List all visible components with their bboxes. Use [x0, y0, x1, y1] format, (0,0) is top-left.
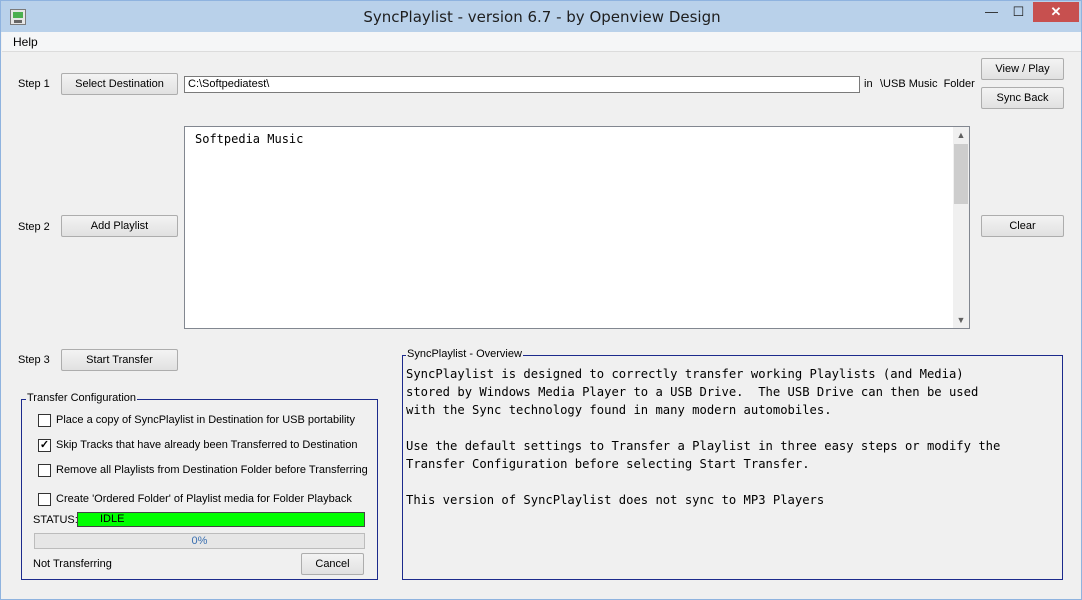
cancel-button[interactable]: Cancel	[301, 553, 364, 575]
checkbox-icon[interactable]	[38, 464, 51, 477]
progress-text: 0%	[191, 535, 208, 547]
step1-label: Step 1	[18, 78, 50, 90]
transfer-progress-bar: 0%	[34, 533, 365, 549]
step3-label: Step 3	[18, 354, 50, 366]
overview-text: SyncPlaylist is designed to correctly tr…	[406, 367, 1001, 507]
add-playlist-button[interactable]: Add Playlist	[61, 215, 178, 237]
status-label: STATUS:	[33, 514, 78, 526]
option-label: Remove all Playlists from Destination Fo…	[56, 464, 368, 476]
transfer-configuration-title: Transfer Configuration	[26, 392, 138, 404]
transfer-state-text: Not Transferring	[33, 558, 112, 570]
close-button[interactable]: ✕	[1033, 2, 1079, 22]
view-play-button[interactable]: View / Play	[981, 58, 1064, 80]
client-area: Step 1 Select Destination C:\Softpediate…	[2, 53, 1081, 590]
overview-group: SyncPlaylist - Overview SyncPlaylist is …	[402, 348, 1063, 580]
menu-help[interactable]: Help	[13, 35, 38, 49]
clear-button[interactable]: Clear	[981, 215, 1064, 237]
in-label: in	[864, 78, 873, 90]
destination-field[interactable]: C:\Softpediatest\	[184, 76, 860, 93]
scroll-up-icon[interactable]: ▲	[953, 127, 969, 143]
playlist-listbox[interactable]: Softpedia Music ▲ ▼	[184, 126, 970, 329]
option-label: Place a copy of SyncPlaylist in Destinat…	[56, 414, 355, 426]
folder-label: \USB Music Folder	[880, 78, 975, 90]
status-indicator: IDLE	[77, 512, 365, 527]
start-transfer-button[interactable]: Start Transfer	[61, 349, 178, 371]
option-label: Skip Tracks that have already been Trans…	[56, 439, 358, 451]
menu-bar: Help	[2, 32, 1081, 52]
checkbox-icon[interactable]	[38, 414, 51, 427]
checkbox-checked-icon[interactable]: ✓	[38, 439, 51, 452]
scroll-thumb[interactable]	[954, 144, 968, 204]
overview-title: SyncPlaylist - Overview	[406, 348, 523, 360]
sync-back-button[interactable]: Sync Back	[981, 87, 1064, 109]
window-title: SyncPlaylist - version 6.7 - by Openview…	[363, 8, 721, 26]
step2-label: Step 2	[18, 221, 50, 233]
title-bar[interactable]: SyncPlaylist - version 6.7 - by Openview…	[1, 1, 1081, 32]
option-label: Create 'Ordered Folder' of Playlist medi…	[56, 493, 352, 505]
playlist-item[interactable]: Softpedia Music	[195, 132, 303, 146]
select-destination-button[interactable]: Select Destination	[61, 73, 178, 95]
minimize-button[interactable]: —	[978, 2, 1005, 22]
playlist-scrollbar[interactable]: ▲ ▼	[953, 127, 969, 328]
scroll-down-icon[interactable]: ▼	[953, 312, 969, 328]
checkbox-icon[interactable]	[38, 493, 51, 506]
transfer-configuration-group: Transfer Configuration Place a copy of S…	[21, 392, 378, 580]
app-window: SyncPlaylist - version 6.7 - by Openview…	[0, 0, 1082, 600]
maximize-button[interactable]: ☐	[1005, 2, 1032, 22]
